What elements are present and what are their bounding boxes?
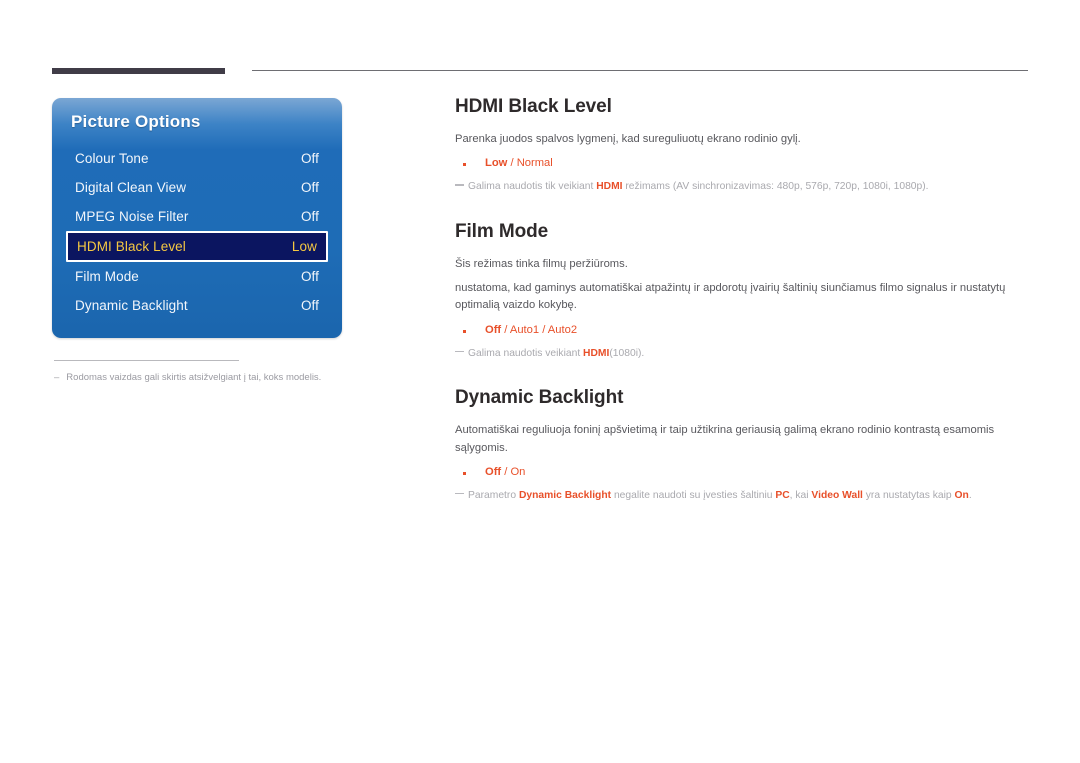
menu-item-value: Off [300, 298, 319, 313]
note-pre: Galima naudotis tik veikiant [468, 181, 597, 193]
option-list: Low / Normal [455, 155, 1015, 173]
osd-menu-list: Colour Tone Off Digital Clean View Off M… [52, 144, 342, 320]
menu-item-colour-tone[interactable]: Colour Tone Off [66, 144, 328, 173]
section-note: Galima naudotis tik veikiant HDMI režima… [455, 179, 1015, 194]
note-part-5: . [968, 489, 972, 501]
option-bold: Off [485, 465, 502, 478]
section-title: Dynamic Backlight [455, 387, 624, 409]
section-body: Šis režimas tinka filmų peržiūroms. [455, 257, 628, 270]
option-rest: / Auto1 / Auto2 [501, 323, 578, 336]
note-highlight-dynamic-backlight: Dynamic Backlight [518, 489, 612, 501]
section-dynamic-backlight: Dynamic Backlight Automatiškai reguliuoj… [455, 387, 1015, 503]
osd-panel-title: Picture Options [71, 112, 201, 131]
option-item: Low / Normal [463, 155, 1015, 173]
decorative-rule [252, 70, 1028, 71]
option-bold: Off [485, 323, 502, 336]
option-rest: / Normal [507, 157, 553, 170]
note-highlight: HDMI [583, 347, 610, 359]
section-title: Film Mode [455, 220, 549, 242]
section-body: Automatiškai reguliuoja foninį apšvietim… [455, 424, 995, 454]
option-list: Off / On [455, 464, 1015, 482]
note-part-1: Parametro [468, 489, 519, 501]
menu-item-dynamic-backlight[interactable]: Dynamic Backlight Off [66, 291, 328, 320]
option-item: Off / Auto1 / Auto2 [463, 322, 1015, 340]
footnote-dash-icon: – [54, 372, 60, 383]
menu-item-value: Off [300, 209, 319, 224]
option-bold: Low [485, 157, 508, 170]
menu-item-label: Colour Tone [75, 151, 149, 166]
section-body-2: nustatoma, kad gaminys automatiškai atpa… [455, 282, 1006, 312]
menu-item-value: Off [300, 269, 319, 284]
note-part-3: , kai [789, 489, 812, 501]
section-hdmi-black-level: HDMI Black Level Parenka juodos spalvos … [455, 96, 1015, 195]
menu-item-label: HDMI Black Level [77, 239, 186, 254]
right-column: HDMI Black Level Parenka juodos spalvos … [455, 96, 1015, 503]
note-post: režimams (AV sinchronizavimas: 480p, 576… [622, 181, 929, 193]
note-highlight-video-wall: Video Wall [811, 489, 863, 501]
section-body: Parenka juodos spalvos lygmenį, kad sure… [455, 133, 801, 145]
note-highlight: HDMI [596, 181, 623, 193]
note-post: (1080i). [609, 347, 645, 359]
note-highlight-on: On [954, 489, 969, 501]
note-pre: Galima naudotis veikiant [468, 347, 584, 359]
osd-panel: Picture Options Colour Tone Off Digital … [52, 98, 342, 338]
note-part-4: yra nustatytas kaip [862, 489, 955, 501]
menu-item-value: Low [291, 239, 317, 254]
menu-item-film-mode[interactable]: Film Mode Off [66, 262, 328, 291]
osd-footnote: – Rodomas vaizdas gali skirtis atsižvelg… [54, 371, 352, 384]
section-note: Parametro Dynamic Backlight negalite nau… [455, 488, 1015, 503]
left-divider [54, 360, 239, 361]
option-rest: / On [501, 465, 526, 478]
note-part-2: negalite naudoti su įvesties šaltiniu [611, 489, 776, 501]
menu-item-label: MPEG Noise Filter [75, 209, 189, 224]
note-highlight-pc: PC [775, 489, 790, 501]
section-note: Galima naudotis veikiant HDMI(1080i). [455, 346, 1015, 361]
menu-item-value: Off [300, 180, 319, 195]
left-column: Picture Options Colour Tone Off Digital … [52, 98, 352, 384]
menu-item-label: Digital Clean View [75, 180, 187, 195]
menu-item-value: Off [300, 151, 319, 166]
section-title: HDMI Black Level [455, 96, 612, 117]
menu-item-label: Film Mode [75, 269, 139, 284]
top-rules [0, 68, 1080, 76]
option-item: Off / On [463, 464, 1015, 482]
menu-item-label: Dynamic Backlight [75, 298, 188, 313]
option-list: Off / Auto1 / Auto2 [455, 322, 1015, 340]
menu-item-mpeg-noise-filter[interactable]: MPEG Noise Filter Off [66, 202, 328, 231]
menu-item-hdmi-black-level[interactable]: HDMI Black Level Low [66, 231, 328, 262]
menu-item-digital-clean-view[interactable]: Digital Clean View Off [66, 173, 328, 202]
section-film-mode: Film Mode Šis režimas tinka filmų peržiū… [455, 221, 1015, 361]
footnote-text: Rodomas vaizdas gali skirtis atsižvelgia… [66, 372, 322, 383]
decorative-bar [52, 68, 225, 74]
